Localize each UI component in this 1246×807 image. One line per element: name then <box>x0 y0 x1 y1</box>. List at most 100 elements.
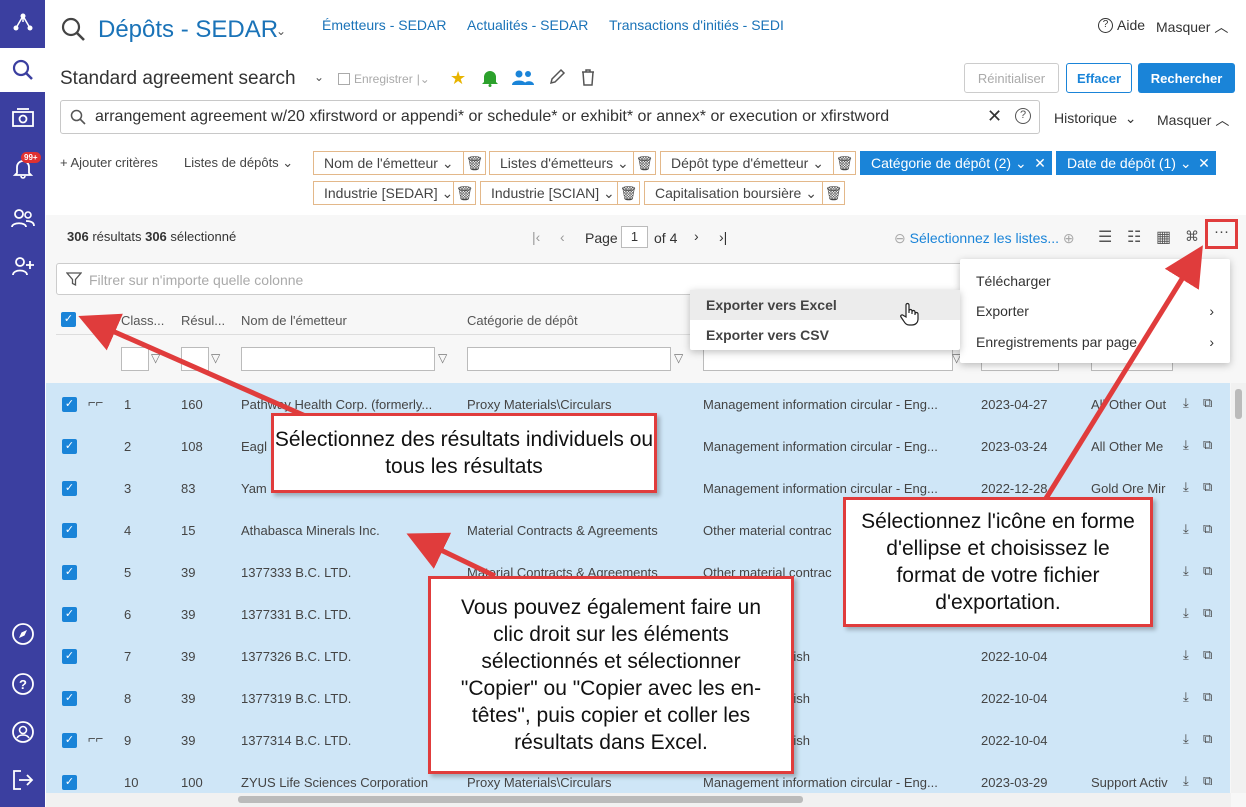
page-input[interactable]: 1 <box>621 226 648 248</box>
chip-issuer-lists[interactable]: Listes d'émetteurs ⌄ 🗑 <box>489 151 656 175</box>
chip-issuer-type[interactable]: Dépôt type d'émetteur ⌄ 🗑 <box>660 151 856 175</box>
add-criteria-button[interactable]: + Ajouter critères <box>60 155 158 170</box>
filter-result-input[interactable] <box>181 347 209 371</box>
next-page-icon[interactable]: › <box>694 228 699 244</box>
open-external-icon[interactable]: ⧉ <box>1203 647 1212 663</box>
menu-export[interactable]: Exporter › <box>960 303 1230 319</box>
open-external-icon[interactable]: ⧉ <box>1203 395 1212 411</box>
row-checkbox[interactable]: ✓ <box>62 523 77 538</box>
open-external-icon[interactable]: ⧉ <box>1203 731 1212 747</box>
row-checkbox[interactable]: ✓ <box>62 565 77 580</box>
trash-icon[interactable]: 🗑 <box>463 152 485 174</box>
reading-glasses-icon[interactable]: ⌘ <box>1185 228 1199 245</box>
select-all-checkbox[interactable]: ✓ <box>61 312 76 327</box>
menu-download[interactable]: Télécharger <box>960 273 1230 289</box>
open-external-icon[interactable]: ⧉ <box>1203 773 1212 789</box>
history-dropdown[interactable]: Historique ⌄ <box>1054 110 1137 127</box>
filter-category-input[interactable] <box>467 347 671 371</box>
chip-market-cap[interactable]: Capitalisation boursière ⌄ 🗑 <box>644 181 845 205</box>
delete-trash-icon[interactable] <box>580 68 596 91</box>
add-user-icon[interactable] <box>0 244 45 288</box>
filter-document-input[interactable] <box>703 347 953 371</box>
row-checkbox[interactable]: ✓ <box>62 775 77 790</box>
chip-industry-sedar[interactable]: Industrie [SEDAR] ⌄ 🗑 <box>313 181 476 205</box>
nav-transactions[interactable]: Transactions d'initiés - SEDI <box>609 17 784 33</box>
menu-records-per-page[interactable]: Enregistrements par page › <box>960 334 1230 350</box>
download-doc-icon[interactable]: ⤓ <box>1183 437 1189 453</box>
ellipsis-menu-button[interactable]: ··· <box>1205 219 1238 249</box>
download-doc-icon[interactable]: ⤓ <box>1183 479 1189 495</box>
page-title[interactable]: Dépôts - SEDAR <box>98 16 278 44</box>
list-view-icon[interactable]: ☰ <box>1098 227 1112 247</box>
open-external-icon[interactable]: ⧉ <box>1203 689 1212 705</box>
chip-filing-category[interactable]: Catégorie de dépôt (2) ⌄ ✕ <box>860 151 1052 175</box>
query-input-box[interactable]: arrangement agreement w/20 xfirstword or… <box>60 100 1040 134</box>
download-doc-icon[interactable]: ⤓ <box>1183 563 1189 579</box>
query-help-icon[interactable]: ? <box>1015 108 1031 124</box>
help-icon[interactable]: ? <box>0 662 45 706</box>
trash-icon[interactable]: 🗑 <box>633 152 655 174</box>
search-nav-icon[interactable] <box>0 48 45 92</box>
users-icon[interactable] <box>0 196 45 240</box>
alert-bell-icon[interactable] <box>481 69 499 92</box>
chip-industry-scian[interactable]: Industrie [SCIAN] ⌄ 🗑 <box>480 181 640 205</box>
chip-filing-date[interactable]: Date de dépôt (1) ⌄ ✕ <box>1056 151 1216 175</box>
filter-category-funnel-icon[interactable]: ▽ <box>674 351 683 365</box>
download-doc-icon[interactable]: ⤓ <box>1183 731 1189 747</box>
download-doc-icon[interactable]: ⤓ <box>1183 521 1189 537</box>
filter-issuer-funnel-icon[interactable]: ▽ <box>438 351 447 365</box>
download-doc-icon[interactable]: ⤓ <box>1183 689 1189 705</box>
logo-icon[interactable] <box>0 0 45 44</box>
open-external-icon[interactable]: ⧉ <box>1203 437 1212 453</box>
star-icon[interactable]: ★ <box>450 68 466 89</box>
edit-pencil-icon[interactable] <box>548 68 566 91</box>
col-class[interactable]: Class... <box>121 313 164 328</box>
compass-icon[interactable] <box>0 612 45 656</box>
query-text[interactable]: arrangement agreement w/20 xfirstword or… <box>95 108 889 126</box>
col-result[interactable]: Résul... <box>181 313 225 328</box>
horizontal-scrollbar[interactable] <box>46 793 1231 807</box>
trash-icon[interactable]: 🗑 <box>822 182 844 204</box>
download-doc-icon[interactable]: ⤓ <box>1183 647 1189 663</box>
filter-result-funnel-icon[interactable]: ▽ <box>211 351 220 365</box>
trash-icon[interactable]: 🗑 <box>617 182 639 204</box>
filing-lists-dropdown[interactable]: Listes de dépôts ⌄ <box>184 155 293 171</box>
last-page-icon[interactable]: ›| <box>719 229 727 245</box>
filter-issuer-input[interactable] <box>241 347 435 371</box>
row-checkbox[interactable]: ✓ <box>62 439 77 454</box>
clear-query-icon[interactable]: ✕ <box>987 106 1002 127</box>
search-name[interactable]: Standard agreement search <box>60 68 296 90</box>
save-button[interactable]: Enregistrer |⌄ <box>338 72 430 86</box>
open-external-icon[interactable]: ⧉ <box>1203 479 1212 495</box>
search-name-chevron-icon[interactable]: ⌄ <box>314 70 324 84</box>
col-issuer-name[interactable]: Nom de l'émetteur <box>241 313 347 328</box>
trash-icon[interactable]: 🗑 <box>453 182 475 204</box>
logout-icon[interactable] <box>0 758 45 802</box>
horizontal-scroll-thumb[interactable] <box>238 796 803 803</box>
compact-view-icon[interactable]: ☷ <box>1127 227 1141 247</box>
prev-page-icon[interactable]: ‹ <box>560 229 565 245</box>
col-filing-category[interactable]: Catégorie de dépôt <box>467 313 578 328</box>
filings-icon[interactable] <box>0 96 45 140</box>
trash-icon[interactable]: 🗑 <box>833 152 855 174</box>
nav-emetteurs[interactable]: Émetteurs - SEDAR <box>322 17 446 33</box>
row-checkbox[interactable]: ✓ <box>62 649 77 664</box>
first-page-icon[interactable]: |‹ <box>532 229 540 245</box>
vertical-scrollbar[interactable] <box>1231 383 1246 793</box>
row-checkbox[interactable]: ✓ <box>62 733 77 748</box>
clear-button[interactable]: Effacer <box>1066 63 1132 93</box>
help-link[interactable]: ? Aide <box>1098 17 1145 33</box>
row-checkbox[interactable]: ✓ <box>62 691 77 706</box>
remove-x-icon[interactable]: ✕ <box>1193 152 1215 174</box>
reset-button[interactable]: Réinitialiser <box>964 63 1059 93</box>
table-view-icon[interactable]: ▦ <box>1156 227 1171 247</box>
share-users-icon[interactable] <box>512 70 534 91</box>
select-lists-link[interactable]: ⊖ Sélectionnez les listes... ⊕ <box>894 230 1075 247</box>
hide-header-button[interactable]: Masquer ︿ <box>1156 17 1228 37</box>
download-doc-icon[interactable]: ⤓ <box>1183 395 1189 411</box>
title-chevron-icon[interactable]: ⌄ <box>276 24 286 38</box>
filter-class-funnel-icon[interactable]: ▽ <box>151 351 160 365</box>
download-doc-icon[interactable]: ⤓ <box>1183 773 1189 789</box>
chip-issuer-name[interactable]: Nom de l'émetteur ⌄ 🗑 <box>313 151 486 175</box>
row-checkbox[interactable]: ✓ <box>62 607 77 622</box>
